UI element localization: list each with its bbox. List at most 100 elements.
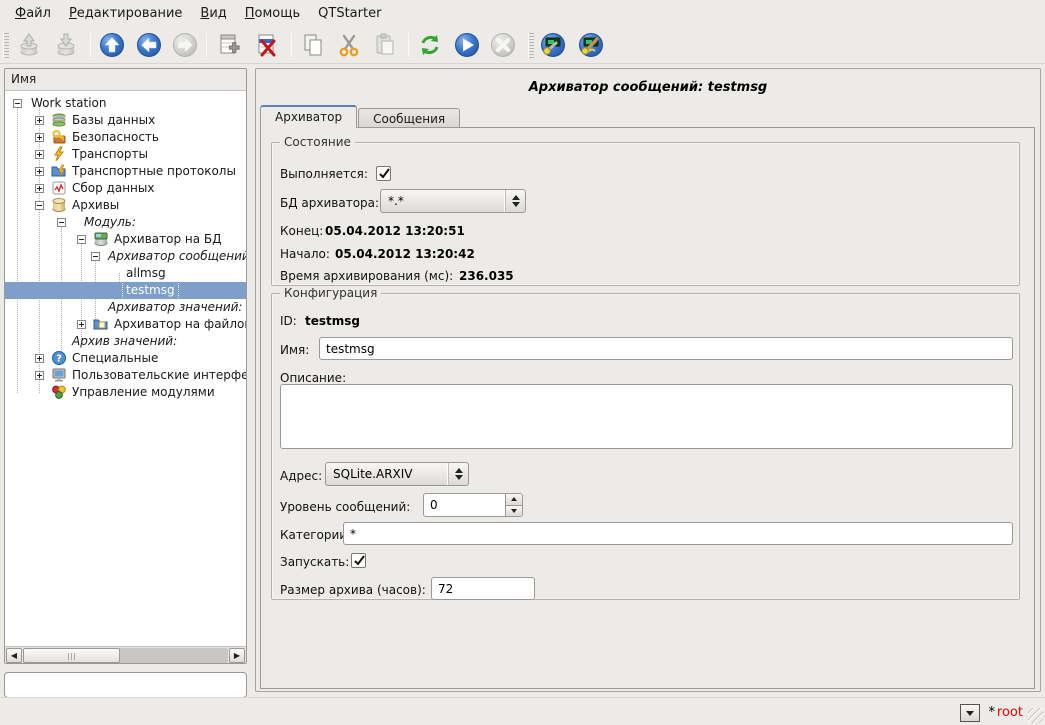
start-button[interactable] — [452, 30, 482, 60]
archive-size-input[interactable] — [431, 577, 535, 600]
collapse-toggle[interactable] — [35, 201, 44, 210]
running-checkbox[interactable] — [376, 166, 391, 181]
save-to-db-button[interactable] — [51, 30, 81, 60]
menu-file[interactable]: Файл — [6, 2, 60, 25]
tree-item-specials[interactable]: ? Специальные — [5, 350, 246, 367]
expand-toggle[interactable] — [35, 150, 44, 159]
tree-item-data-acquisition[interactable]: Сбор данных — [5, 180, 246, 197]
stop-button[interactable] — [488, 30, 518, 60]
scrollbar-track[interactable] — [23, 648, 228, 663]
description-textarea[interactable] — [280, 384, 1013, 449]
dropdown-arrow-icon — [966, 711, 974, 716]
tree-item-testmsg[interactable]: testmsg — [5, 282, 246, 299]
back-arrow-icon — [135, 31, 163, 59]
menu-view[interactable]: Вид — [191, 2, 235, 25]
check-icon — [378, 167, 391, 180]
tree-item-module-management[interactable]: Управление модулями — [5, 384, 246, 401]
tree-item-db-archiver[interactable]: Архиватор на БД — [5, 231, 246, 248]
expand-toggle[interactable] — [77, 320, 86, 329]
collapse-toggle[interactable] — [57, 218, 66, 227]
vision-runtime-button[interactable] — [576, 30, 606, 60]
expand-toggle[interactable] — [35, 184, 44, 193]
spin-up-button[interactable] — [505, 494, 522, 506]
file-archiver-icon — [93, 316, 109, 332]
expand-toggle[interactable] — [35, 167, 44, 176]
svg-text:?: ? — [56, 354, 62, 365]
configurator-icon — [539, 31, 567, 59]
toolbar-handle[interactable] — [528, 33, 534, 58]
spin-down-button[interactable] — [505, 506, 522, 517]
message-categories-input[interactable] — [343, 522, 1013, 545]
address-combobox[interactable]: SQLite.ARXIV — [325, 462, 469, 486]
modified-indicator: * — [989, 705, 996, 720]
status-groupbox: Состояние Выполняется: БД архиватора: *.… — [271, 142, 1020, 286]
tree-filter-input[interactable] — [4, 672, 247, 698]
tree-item-security[interactable]: Безопасность — [5, 129, 246, 146]
main-area: Имя Work station Базы данных — [0, 64, 1045, 697]
toolbar-separator — [206, 33, 207, 57]
up-arrow-icon — [98, 31, 126, 59]
current-user[interactable]: root — [997, 705, 1023, 720]
menu-edit[interactable]: Редактирование — [60, 2, 191, 25]
page-title: Архиватор сообщений: testmsg — [256, 80, 1040, 95]
name-label: Имя: — [280, 343, 309, 357]
message-level-label: Уровень сообщений: — [280, 500, 410, 514]
scroll-right-button[interactable]: ▶ — [229, 648, 245, 663]
tree-horizontal-scrollbar[interactable]: ◀ ▶ — [5, 646, 246, 663]
cut-item-button[interactable] — [334, 30, 364, 60]
scissors-icon — [336, 32, 362, 58]
collapse-toggle[interactable] — [13, 99, 22, 108]
copy-item-button[interactable] — [298, 30, 328, 60]
add-item-button[interactable] — [215, 30, 245, 60]
statusbar-dropdown-button[interactable] — [960, 704, 980, 722]
refresh-item-button[interactable] — [415, 30, 445, 60]
expand-toggle[interactable] — [35, 354, 44, 363]
collapse-toggle[interactable] — [91, 252, 100, 261]
tree-item-value-archiver-category[interactable]: Архиватор значений: — [5, 299, 246, 316]
expand-toggle[interactable] — [35, 133, 44, 142]
tree-view[interactable]: Work station Базы данных Безопасность — [5, 91, 246, 646]
tree-item-databases[interactable]: Базы данных — [5, 112, 246, 129]
go-forward-button[interactable] — [170, 30, 200, 60]
message-level-input[interactable] — [424, 494, 505, 516]
menu-qtstarter[interactable]: QTStarter — [309, 2, 390, 25]
tab-archiver[interactable]: Архиватор — [260, 105, 357, 128]
archiver-db-combobox[interactable]: *.* — [380, 189, 526, 213]
tree-item-message-archiver-category[interactable]: Архиватор сообщений: — [5, 248, 246, 265]
archiver-db-label: БД архиватора: — [280, 196, 379, 210]
tree-item-transports[interactable]: Транспорты — [5, 146, 246, 163]
expand-toggle[interactable] — [35, 371, 44, 380]
delete-item-icon — [254, 32, 280, 58]
tree-item-workstation[interactable]: Work station — [5, 95, 246, 112]
tree-item-user-interfaces[interactable]: Пользовательские интерфей — [5, 367, 246, 384]
tree-item-allmsg[interactable]: allmsg — [5, 265, 246, 282]
menu-help[interactable]: Помощь — [236, 2, 309, 25]
collapse-toggle[interactable] — [77, 235, 86, 244]
paste-item-button[interactable] — [370, 30, 400, 60]
to-run-checkbox[interactable] — [351, 553, 366, 568]
message-level-spinbox[interactable] — [423, 493, 523, 517]
clipboard-paste-icon — [372, 32, 398, 58]
tree-item-archives[interactable]: Архивы — [5, 197, 246, 214]
begin-label: Начало: — [280, 247, 330, 261]
resize-grip-icon[interactable] — [1028, 708, 1043, 723]
begin-value: 05.04.2012 13:20:42 — [335, 247, 475, 261]
qtcfg-configurator-button[interactable] — [538, 30, 568, 60]
scroll-left-button[interactable]: ◀ — [6, 648, 22, 663]
tree-item-transport-protocols[interactable]: Транспортные протоколы — [5, 163, 246, 180]
go-back-button[interactable] — [134, 30, 164, 60]
tree-item-value-archive-category[interactable]: Архив значений: — [5, 333, 246, 350]
status-group-title: Состояние — [280, 135, 355, 149]
tree-item-module-category[interactable]: Модуль: — [5, 214, 246, 231]
toolbar — [0, 27, 1045, 64]
delete-item-button[interactable] — [252, 30, 282, 60]
scrollbar-thumb[interactable] — [23, 648, 120, 663]
toolbar-handle[interactable] — [3, 33, 9, 58]
id-value: testmsg — [305, 314, 360, 328]
go-up-button[interactable] — [97, 30, 127, 60]
tab-messages[interactable]: Сообщения — [358, 108, 460, 128]
name-input[interactable] — [319, 337, 1013, 360]
load-from-db-button[interactable] — [14, 30, 44, 60]
expand-toggle[interactable] — [35, 116, 44, 125]
tree-item-fs-archiver[interactable]: Архиватор на файлов — [5, 316, 246, 333]
